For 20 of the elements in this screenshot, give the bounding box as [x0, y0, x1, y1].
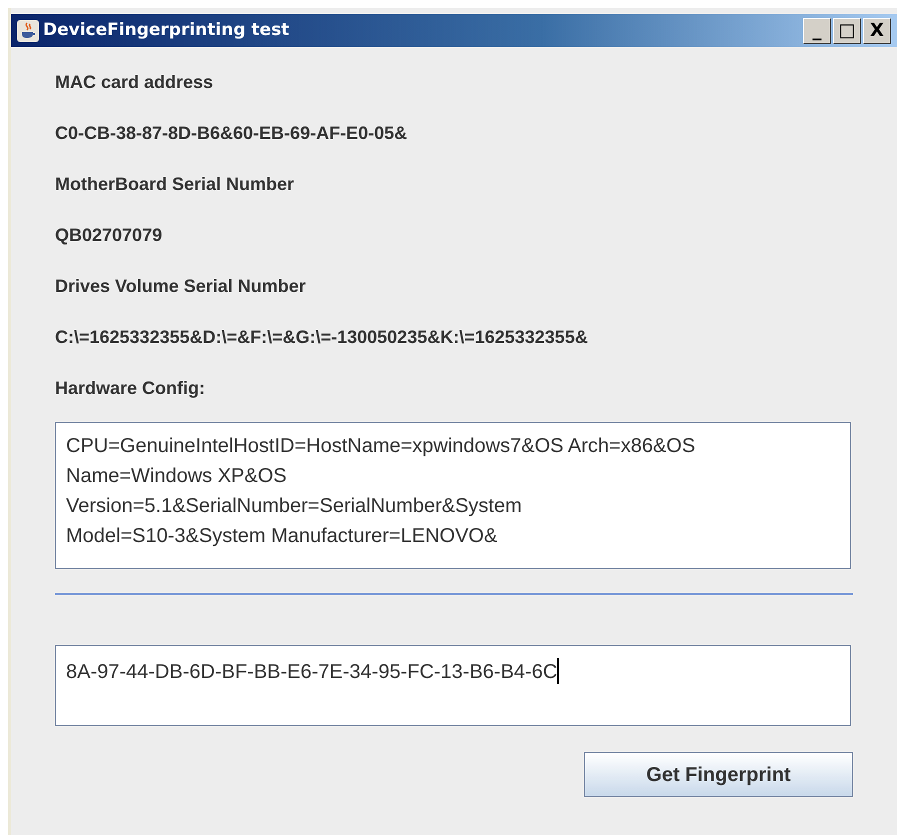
config-line: Model=S10-3&System Manufacturer=LENOVO& [66, 524, 498, 549]
config-line: CPU=GenuineIntelHostID=HostName=xpwindows7&OS Arch=x86&OS [66, 434, 696, 459]
get-fingerprint-button[interactable]: Get Fingerprint [584, 752, 853, 797]
config-line: Name=Windows XP&OS [66, 464, 288, 489]
minimize-button[interactable]: _ [803, 18, 831, 44]
field-label: Drives Volume Serial Number [55, 274, 306, 296]
field-value: QB02707079 [55, 224, 162, 246]
maximize-button[interactable]: □ [833, 18, 861, 44]
field-value: C0-CB-38-87-8D-B6&60-EB-69-AF-E0-05& [55, 122, 408, 144]
window-title: DeviceFingerprinting test [43, 18, 290, 42]
config-line: Version=5.1&SerialNumber=SerialNumber&System [66, 494, 523, 519]
close-button[interactable]: X [863, 18, 891, 44]
hardware-config-area[interactable]: CPU=GenuineIntelHostID=HostName=xpwindows7&OS Arch=x86&OS Name=Windows XP&OS Version=5.1&SerialNumber=SerialNumber&System Model=S10-3&System Manufacturer=LENOVO& [55, 422, 851, 569]
fingerprint-value: 8A-97-44-DB-6D-BF-BB-E6-7E-34-95-FC-13-B6-B4-6C [66, 660, 558, 685]
field-label: MAC card address [55, 70, 214, 92]
fingerprint-field[interactable]: 8A-97-44-DB-6D-BF-BB-E6-7E-34-95-FC-13-B6-B4-6C [55, 645, 851, 726]
coffee-cup-icon [17, 20, 39, 42]
field-value: C:\=1625332355&D:\=&F:\=&G:\=-130050235&K:\=1625332355& [55, 326, 588, 348]
field-label: Hardware Config: [55, 376, 206, 398]
field-label: MotherBoard Serial Number [55, 172, 294, 194]
